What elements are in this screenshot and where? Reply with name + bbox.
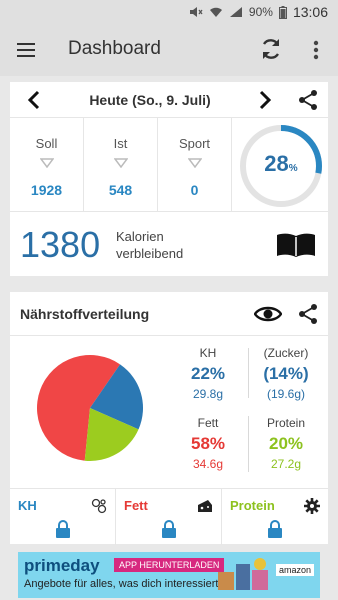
macro-zucker: (Zucker) (14%) (19.6g) <box>263 346 309 401</box>
stat-value: 1928 <box>30 182 63 198</box>
ad-banner[interactable]: primeday APP HERUNTERLADEN Angebote für … <box>18 552 320 598</box>
ad-amazon-logo: amazon <box>276 564 315 576</box>
ad-products-image <box>218 558 268 590</box>
remaining-value: 1380 <box>20 224 101 265</box>
lock-label: Fett <box>124 498 148 513</box>
stat-label: Soll <box>35 136 58 151</box>
wifi-icon <box>209 7 222 17</box>
lock-fett[interactable]: Fett <box>116 489 222 545</box>
remaining-label: Kalorien verbleibend <box>116 229 184 261</box>
app-bar: Dashboard <box>0 24 338 76</box>
ad-brand: primeday <box>24 556 100 575</box>
triangle-down-icon <box>188 158 202 168</box>
date-navigation: Heute (So., 9. Juli) <box>10 82 328 118</box>
gear-icon <box>304 498 320 514</box>
macro-fett: Fett 58% 34.6g <box>190 416 226 471</box>
menu-icon[interactable] <box>16 40 36 60</box>
nutrient-pie-chart <box>37 355 143 461</box>
signal-icon <box>229 7 242 17</box>
nutrient-title: Nährstoffverteilung <box>20 306 150 322</box>
lock-label: Protein <box>230 498 275 513</box>
eye-icon[interactable] <box>254 304 282 324</box>
divider <box>248 348 249 398</box>
next-day-icon[interactable] <box>255 89 275 111</box>
share-icon[interactable] <box>297 303 319 325</box>
lock-label: KH <box>18 498 37 513</box>
cheese-icon <box>198 500 212 512</box>
triangle-down-icon <box>114 158 128 168</box>
macro-protein: Protein 20% 27.2g <box>266 416 306 471</box>
page-title: Dashboard <box>68 38 161 59</box>
calorie-progress-ring: 28% <box>238 123 324 209</box>
more-options-icon[interactable] <box>308 38 324 62</box>
remaining-calories: 1380 Kalorien verbleibend <box>10 212 328 276</box>
ad-subline: Angebote für alles, was dich interessier… <box>24 578 219 590</box>
nutrient-header: Nährstoffverteilung <box>10 292 328 336</box>
macro-kh: KH 22% 29.8g <box>190 346 226 401</box>
battery-level: 90% <box>248 5 273 19</box>
date-label[interactable]: Heute (So., 9. Juli) <box>50 92 250 108</box>
calorie-card: Heute (So., 9. Juli) Soll 1928 Ist 548 S… <box>10 82 328 276</box>
ad-download-badge[interactable]: APP HERUNTERLADEN <box>114 558 225 572</box>
triangle-down-icon <box>40 158 54 168</box>
battery-icon <box>278 5 287 19</box>
lock-icon <box>56 520 70 538</box>
stat-value: 548 <box>108 182 133 198</box>
share-icon[interactable] <box>297 89 319 111</box>
sync-icon[interactable] <box>258 36 284 62</box>
stat-label: Sport <box>178 136 211 151</box>
stat-ist[interactable]: Ist 548 <box>84 118 158 212</box>
macro-lock-row: KH Fett Protein <box>10 488 328 545</box>
status-bar: 90% 13:06 <box>0 0 338 24</box>
progress-percent: 28% <box>264 151 298 176</box>
lock-icon <box>268 520 282 538</box>
stat-label: Ist <box>113 136 128 151</box>
lock-icon <box>162 520 176 538</box>
lock-kh[interactable]: KH <box>10 489 116 545</box>
previous-day-icon[interactable] <box>24 89 44 111</box>
divider <box>248 416 249 472</box>
stat-sport[interactable]: Sport 0 <box>158 118 232 212</box>
book-icon[interactable] <box>276 232 316 258</box>
molecule-icon <box>91 498 107 514</box>
calorie-stats: Soll 1928 Ist 548 Sport 0 28% <box>10 118 328 212</box>
nutrient-card: Nährstoffverteilung KH 22% 29.8g (Zucker… <box>10 292 328 545</box>
lock-protein[interactable]: Protein <box>222 489 328 545</box>
mute-icon <box>189 7 203 17</box>
clock: 13:06 <box>292 4 328 20</box>
stat-value: 0 <box>190 182 199 198</box>
stat-soll[interactable]: Soll 1928 <box>10 118 84 212</box>
